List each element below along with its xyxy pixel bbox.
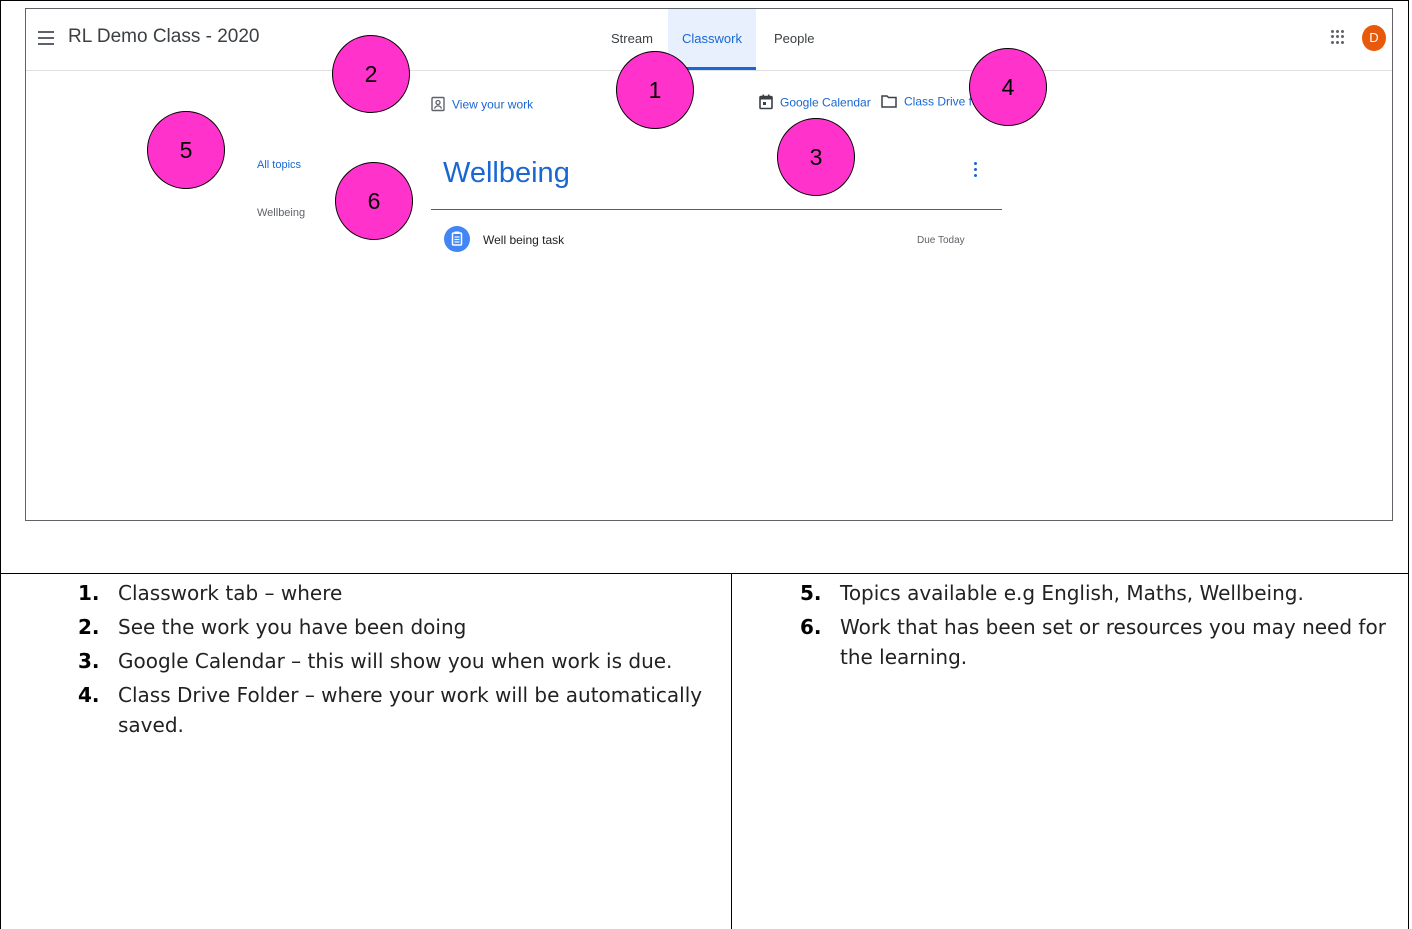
note-item: 5. Topics available e.g English, Maths, W… <box>800 578 1400 608</box>
note-number: 4. <box>78 683 100 707</box>
tab-classwork-label: Classwork <box>682 31 742 46</box>
view-your-work-link[interactable]: View your work <box>431 96 533 115</box>
apps-grid-icon[interactable] <box>1331 30 1345 44</box>
column-divider <box>731 573 732 929</box>
note-text: Topics available e.g English, Maths, Wel… <box>840 581 1304 605</box>
note-text: Google Calendar – this will show you whe… <box>118 649 673 673</box>
class-title[interactable]: RL Demo Class - 2020 <box>68 26 259 48</box>
tab-stream[interactable]: Stream <box>611 31 653 46</box>
classroom-screenshot: RL Demo Class - 2020 Stream Classwork Pe… <box>25 8 1393 521</box>
note-number: 6. <box>800 615 822 639</box>
note-text: Class Drive Folder – where your work wil… <box>118 683 703 737</box>
calendar-icon <box>759 94 773 113</box>
top-app-bar: RL Demo Class - 2020 Stream Classwork Pe… <box>26 9 1392 71</box>
topic-all-topics[interactable]: All topics <box>257 159 301 171</box>
topic-section-title: Wellbeing <box>443 157 570 189</box>
assignment-icon <box>444 226 470 252</box>
tab-classwork[interactable]: Classwork <box>668 9 756 70</box>
assignment-ind-icon <box>431 96 445 115</box>
note-number: 3. <box>78 649 100 673</box>
google-calendar-link[interactable]: Google Calendar <box>759 94 871 113</box>
notes-list-left: 1. Classwork tab – where 2. See the work y… <box>78 578 726 744</box>
note-number: 2. <box>78 615 100 639</box>
callout-1: 1 <box>616 51 694 129</box>
tab-people[interactable]: People <box>774 31 814 46</box>
notes-list-right: 5. Topics available e.g English, Maths, W… <box>800 578 1400 676</box>
callout-2: 2 <box>332 35 410 113</box>
google-calendar-label: Google Calendar <box>780 95 871 110</box>
note-number: 1. <box>78 581 100 605</box>
assignment-due: Due Today <box>917 235 965 246</box>
note-item: 6. Work that has been set or resources yo… <box>800 612 1400 672</box>
assignment-title[interactable]: Well being task <box>483 233 564 247</box>
folder-icon <box>881 94 897 111</box>
note-item: 2. See the work you have been doing <box>78 612 726 642</box>
topic-wellbeing[interactable]: Wellbeing <box>257 207 305 219</box>
more-vert-icon[interactable] <box>974 162 978 182</box>
section-divider <box>431 209 1002 210</box>
note-item: 4. Class Drive Folder – where your work w… <box>78 680 726 740</box>
note-text: Classwork tab – where <box>118 581 343 605</box>
callout-4: 4 <box>969 48 1047 126</box>
note-text: Work that has been set or resources you … <box>840 615 1386 669</box>
note-item: 3. Google Calendar – this will show you w… <box>78 646 726 676</box>
view-your-work-label: View your work <box>452 97 534 112</box>
note-number: 5. <box>800 581 822 605</box>
callout-5: 5 <box>147 111 225 189</box>
note-item: 1. Classwork tab – where <box>78 578 726 608</box>
avatar[interactable]: D <box>1362 25 1386 51</box>
callout-6: 6 <box>335 162 413 240</box>
hamburger-menu-icon[interactable] <box>38 31 54 45</box>
note-text: See the work you have been doing <box>118 615 467 639</box>
callout-3: 3 <box>777 118 855 196</box>
